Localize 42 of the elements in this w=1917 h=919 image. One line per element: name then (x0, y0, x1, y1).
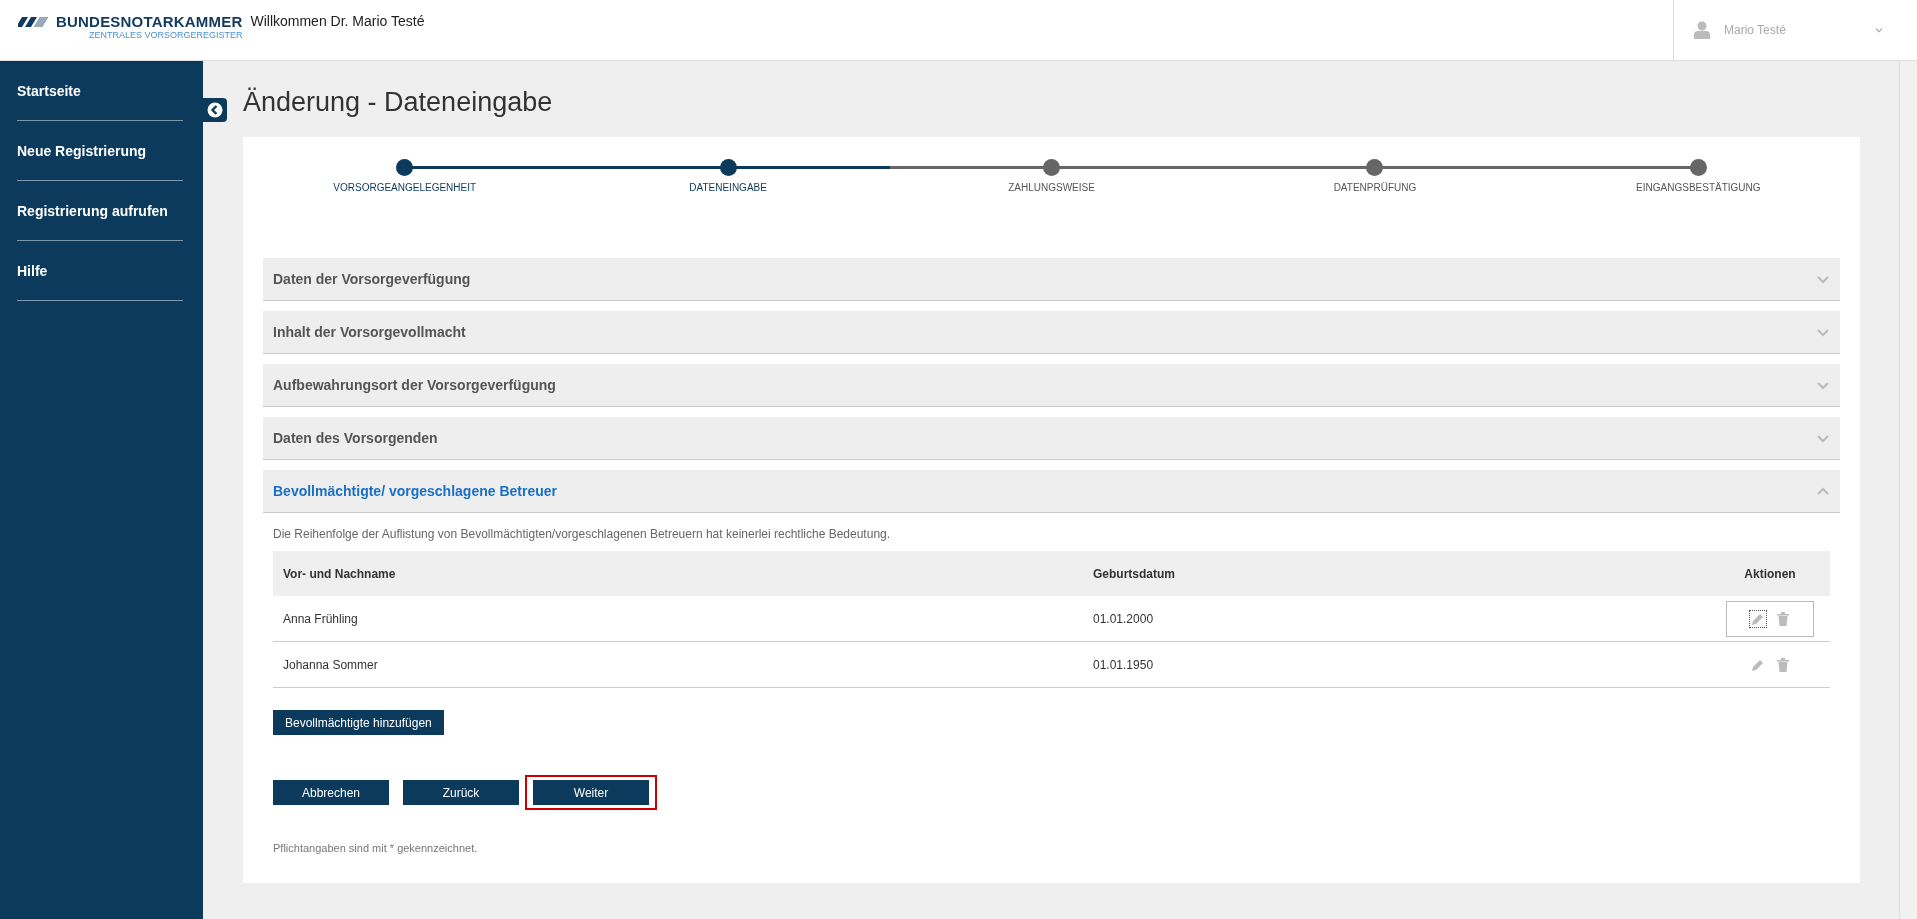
accordion-header[interactable]: Inhalt der Vorsorgevollmacht (263, 311, 1840, 354)
step-label: VORSORGEANGELEGENHEIT (333, 182, 477, 193)
step-label: EINGANGSBESTÄTIGUNG (1636, 182, 1761, 193)
collapse-sidebar-button[interactable] (203, 98, 227, 122)
table-cell: 01.01.2000 (1083, 596, 1710, 642)
info-text: Die Reihenfolge der Auflistung von Bevollmächtigten/vorgeschlagenen Betreuern hat keinerlei rechtliche Bedeutung. (273, 527, 892, 541)
chevron-down-icon (1816, 379, 1830, 391)
page-title: Änderung - Dateneingabe (243, 87, 553, 118)
column-header: Vor- und Nachname (273, 551, 1083, 596)
accordion-header[interactable]: Daten der Vorsorgeverfügung (263, 258, 1840, 301)
chevron-down-icon (1816, 273, 1830, 285)
edit-icon[interactable] (1749, 609, 1767, 628)
welcome-text: Willkommen Dr. Mario Testé (249, 12, 425, 31)
footnote: Pflichtangaben sind mit * gekennzeichnet. (273, 842, 479, 854)
user-icon (1694, 21, 1710, 39)
nav-link[interactable]: Hilfe (17, 241, 183, 301)
step-label: DATENPRÜFUNG (1333, 182, 1417, 193)
step-label: DATENEINGABE (689, 182, 767, 193)
trash-icon[interactable] (1775, 609, 1791, 628)
nav-link[interactable]: Neue Registrierung (17, 121, 183, 181)
chevron-down-icon (1816, 326, 1830, 338)
accordion-header[interactable]: Daten des Vorsorgenden (263, 417, 1840, 460)
logo-name: BUNDESNOTARKAMMER (56, 13, 243, 30)
table-cell: Anna Frühling (273, 596, 1083, 642)
logo-subtitle: ZENTRALES VORSORGEREGISTER (88, 30, 243, 40)
chevron-up-icon (1816, 485, 1830, 497)
step-label: ZAHLUNGSWEISE (1008, 182, 1095, 193)
column-header: Geburtsdatum (1083, 551, 1710, 596)
form-button[interactable]: Abbrechen (273, 780, 389, 805)
nav-link[interactable]: Startseite (17, 61, 183, 121)
form-button[interactable]: Weiter (533, 780, 649, 805)
accordion-header[interactable]: Bevollmächtigte/ vorgeschlagene Betreuer (263, 470, 1840, 513)
nav-link[interactable]: Registrierung aufrufen (17, 181, 183, 241)
chevron-down-icon (1816, 432, 1830, 444)
chevron-down-icon (1874, 26, 1884, 34)
column-header: Aktionen (1710, 551, 1830, 596)
trash-icon[interactable] (1775, 655, 1791, 674)
add-attorney-button[interactable]: Bevollmächtigte hinzufügen (273, 710, 444, 735)
table-cell: Johanna Sommer (273, 641, 1083, 688)
accordion-header[interactable]: Aufbewahrungsort der Vorsorgeverfügung (263, 364, 1840, 407)
form-button[interactable]: Zurück (403, 780, 519, 805)
table-cell: 01.01.1950 (1083, 641, 1710, 688)
